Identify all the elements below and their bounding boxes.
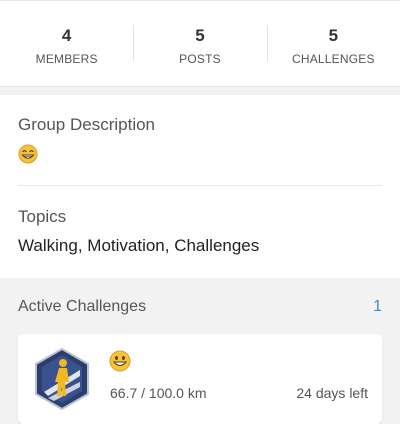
members-label: MEMBERS bbox=[35, 52, 98, 66]
stat-challenges[interactable]: 5 CHALLENGES bbox=[266, 1, 400, 86]
group-stats-bar: 4 MEMBERS 5 POSTS 5 CHALLENGES bbox=[0, 0, 400, 87]
topics-value: Walking, Motivation, Challenges bbox=[18, 236, 260, 255]
challenge-progress: 66.7 / 100.0 km bbox=[110, 385, 207, 401]
group-info-card: Group Description Topics Walking, Motiva… bbox=[0, 95, 400, 278]
members-count: 4 bbox=[61, 26, 72, 45]
group-description-title: Group Description bbox=[18, 115, 156, 134]
grinning-face-with-smiling-eyes-icon bbox=[18, 144, 38, 169]
challenges-label: CHALLENGES bbox=[291, 52, 375, 66]
challenge-card[interactable]: 66.7 / 100.0 km 24 days left bbox=[18, 334, 382, 424]
stat-posts[interactable]: 5 POSTS bbox=[133, 1, 266, 86]
active-challenges-title: Active Challenges bbox=[18, 298, 147, 315]
grinning-face-icon bbox=[109, 350, 131, 377]
challenges-count: 5 bbox=[328, 26, 339, 45]
walker-badge-icon bbox=[34, 347, 90, 411]
challenge-days-left: 24 days left bbox=[296, 385, 368, 401]
stat-members[interactable]: 4 MEMBERS bbox=[0, 1, 133, 86]
posts-count: 5 bbox=[195, 26, 205, 45]
topics-title: Topics bbox=[18, 207, 67, 226]
section-divider bbox=[18, 185, 382, 186]
active-challenges-count[interactable]: 1 bbox=[373, 298, 382, 316]
posts-label: POSTS bbox=[179, 52, 221, 66]
